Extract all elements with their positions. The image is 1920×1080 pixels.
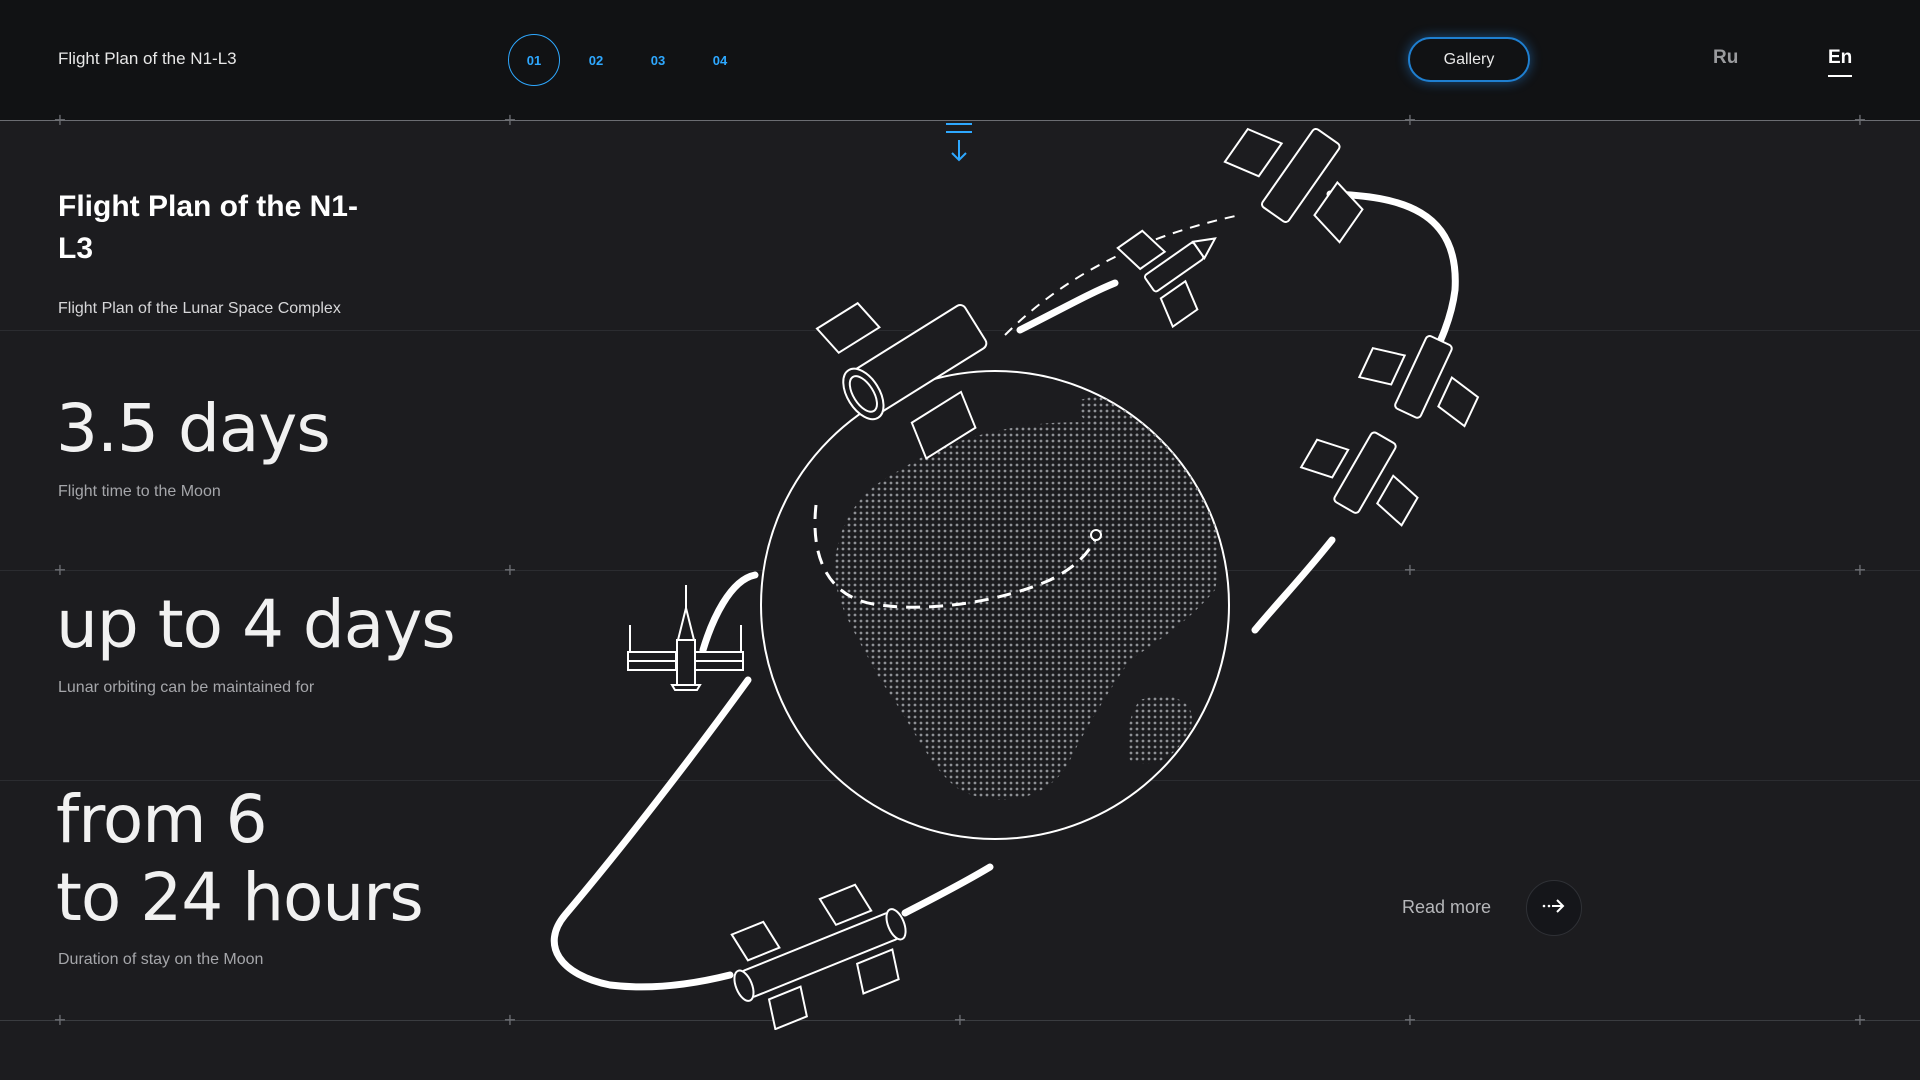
page-title: Flight Plan of the N1-L3	[58, 190, 358, 265]
top-navigation-bar: Flight Plan of the N1-L3 01 02 03 04 Gal…	[0, 0, 1920, 121]
step-01-button[interactable]: 01	[508, 34, 560, 86]
stat-moon-stay-value-line-1: from 6	[56, 781, 268, 858]
crosshair-marker: +	[503, 560, 517, 579]
stat-flight-time-caption: Flight time to the Moon	[58, 483, 221, 500]
site-title[interactable]: Flight Plan of the N1-L3	[58, 49, 237, 69]
crosshair-marker: +	[53, 110, 67, 129]
stat-moon-stay-caption: Duration of stay on the Moon	[58, 951, 264, 968]
flight-plan-illustration	[550, 127, 1480, 1030]
stat-lunar-orbit-value: up to 4 days	[56, 586, 456, 663]
stat-lunar-orbit-caption: Lunar orbiting can be maintained for	[58, 679, 315, 696]
step-03-button[interactable]: 03	[632, 34, 684, 86]
language-ru-button[interactable]: Ru	[1713, 47, 1738, 69]
earth-globe-icon	[760, 370, 1230, 840]
language-en-button[interactable]: En	[1828, 47, 1853, 77]
crosshair-marker: +	[503, 1010, 517, 1029]
page-subtitle: Flight Plan of the Lunar Space Complex	[58, 300, 341, 317]
crosshair-marker: +	[53, 560, 67, 579]
step-04-button[interactable]: 04	[694, 34, 746, 86]
crosshair-marker: +	[1853, 1010, 1867, 1029]
arrow-right-icon	[1541, 897, 1567, 920]
read-more-button[interactable]	[1526, 880, 1582, 936]
crosshair-marker: +	[1853, 560, 1867, 579]
stat-flight-time-value: 3.5 days	[56, 390, 331, 467]
step-02-button[interactable]: 02	[570, 34, 622, 86]
crosshair-marker: +	[53, 1010, 67, 1029]
gallery-button[interactable]: Gallery	[1408, 37, 1530, 82]
stat-moon-stay-value-line-2: to 24 hours	[56, 859, 424, 936]
crosshair-marker: +	[503, 110, 517, 129]
crosshair-marker: +	[1853, 110, 1867, 129]
